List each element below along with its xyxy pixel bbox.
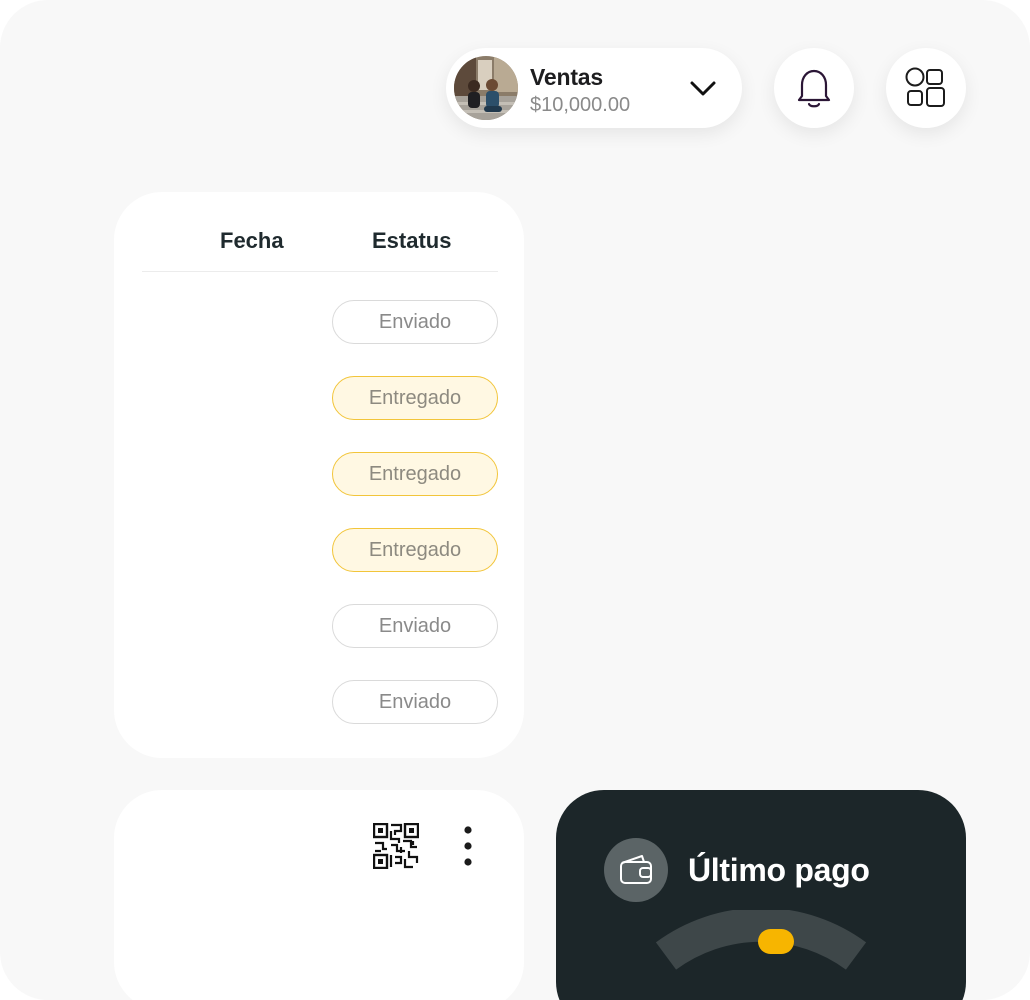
account-balance: $10,000.00	[530, 94, 631, 116]
header-divider	[142, 271, 498, 272]
orders-table-card: Fecha Estatus Enviado Entregado Entregad…	[114, 192, 524, 758]
bell-icon	[797, 69, 831, 108]
status-badge-sent[interactable]: Enviado	[332, 604, 498, 648]
wallet-icon	[620, 855, 652, 884]
column-header-fecha[interactable]: Fecha	[220, 228, 284, 254]
notifications-button[interactable]	[774, 48, 854, 128]
chevron-down-icon[interactable]	[688, 74, 718, 102]
more-vertical-icon[interactable]	[458, 826, 478, 866]
account-selector[interactable]: Ventas $10,000.00	[446, 48, 742, 128]
qr-card	[114, 790, 524, 1000]
gauge-indicator	[758, 929, 794, 954]
payment-gauge	[655, 910, 867, 970]
status-badge-sent[interactable]: Enviado	[332, 680, 498, 724]
apps-button[interactable]	[886, 48, 966, 128]
last-payment-title: Último pago	[688, 852, 870, 888]
wallet-badge	[604, 838, 668, 902]
column-header-estatus[interactable]: Estatus	[372, 228, 451, 254]
status-badge-sent[interactable]: Enviado	[332, 300, 498, 344]
qr-code-icon[interactable]	[373, 823, 419, 869]
status-badge-delivered[interactable]: Entregado	[332, 452, 498, 496]
status-badge-delivered[interactable]: Entregado	[332, 376, 498, 420]
status-badge-delivered[interactable]: Entregado	[332, 528, 498, 572]
apps-grid-icon	[905, 67, 945, 107]
last-payment-card: Último pago	[556, 790, 966, 1000]
account-name: Ventas	[530, 64, 603, 90]
app-canvas: Ventas $10,000.00 Fecha Estatus Enviado …	[0, 0, 1030, 1000]
avatar	[454, 56, 518, 120]
